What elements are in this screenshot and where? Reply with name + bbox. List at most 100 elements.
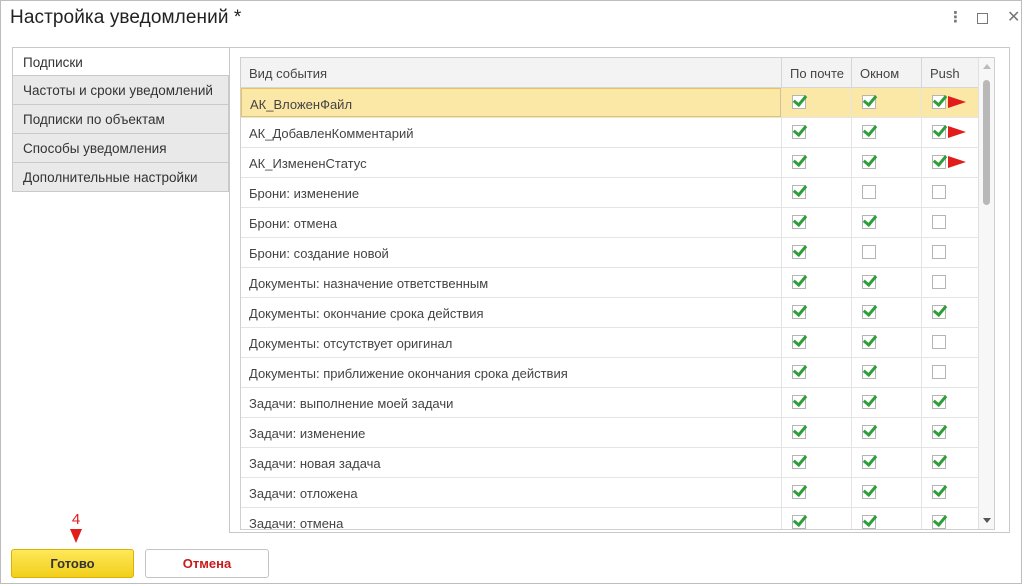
cancel-button[interactable]: Отмена <box>145 549 269 578</box>
push-checkbox[interactable] <box>932 515 946 529</box>
push-checkbox[interactable] <box>932 155 946 169</box>
table-row[interactable]: Документы: отсутствует оригинал <box>241 328 978 358</box>
column-header-push[interactable]: Push <box>921 58 978 87</box>
window-checkbox[interactable] <box>862 95 876 109</box>
window-checkbox[interactable] <box>862 425 876 439</box>
push-checkbox[interactable] <box>932 305 946 319</box>
window-checkbox[interactable] <box>862 155 876 169</box>
table-row[interactable]: 3АК_ИзмененСтатус <box>241 148 978 178</box>
subscriptions-table: Вид события По почте Окном Push 1АК_Влож… <box>240 57 995 530</box>
window-checkbox[interactable] <box>862 185 876 199</box>
mail-checkbox-cell <box>781 178 851 207</box>
more-vertical-icon[interactable]: ⋮ <box>948 7 963 29</box>
window-checkbox[interactable] <box>862 365 876 379</box>
push-checkbox-cell <box>921 268 978 297</box>
done-button[interactable]: Готово <box>11 549 134 578</box>
window-checkbox[interactable] <box>862 395 876 409</box>
table-row[interactable]: 2АК_ДобавленКомментарий <box>241 118 978 148</box>
column-header-mail[interactable]: По почте <box>781 58 851 87</box>
mail-checkbox[interactable] <box>792 215 806 229</box>
mail-checkbox-cell <box>781 328 851 357</box>
mail-checkbox[interactable] <box>792 335 806 349</box>
table-row[interactable]: Задачи: новая задача <box>241 448 978 478</box>
table-row[interactable]: Документы: окончание срока действия <box>241 298 978 328</box>
mail-checkbox[interactable] <box>792 395 806 409</box>
scroll-thumb[interactable] <box>983 80 990 205</box>
mail-checkbox[interactable] <box>792 245 806 259</box>
tab-notification-methods[interactable]: Способы уведомления <box>12 134 229 163</box>
push-checkbox-cell <box>921 388 978 417</box>
push-checkbox[interactable] <box>932 275 946 289</box>
mail-checkbox-cell <box>781 298 851 327</box>
push-checkbox-cell <box>921 508 978 529</box>
push-checkbox[interactable] <box>932 95 946 109</box>
column-header-window[interactable]: Окном <box>851 58 921 87</box>
mail-checkbox[interactable] <box>792 455 806 469</box>
window-checkbox[interactable] <box>862 125 876 139</box>
mail-checkbox[interactable] <box>792 275 806 289</box>
push-checkbox[interactable] <box>932 125 946 139</box>
window-checkbox-cell <box>851 148 921 177</box>
mail-checkbox[interactable] <box>792 485 806 499</box>
window-checkbox[interactable] <box>862 455 876 469</box>
push-checkbox[interactable] <box>932 335 946 349</box>
window-checkbox[interactable] <box>862 485 876 499</box>
push-checkbox-cell <box>921 358 978 387</box>
window-checkbox[interactable] <box>862 275 876 289</box>
table-row[interactable]: Задачи: выполнение моей задачи <box>241 388 978 418</box>
maximize-icon[interactable] <box>977 13 988 24</box>
table-row[interactable]: Брони: отмена <box>241 208 978 238</box>
push-checkbox[interactable] <box>932 485 946 499</box>
vertical-scrollbar[interactable] <box>978 58 994 529</box>
table-row[interactable]: Брони: создание новой <box>241 238 978 268</box>
scroll-down-icon[interactable] <box>983 518 991 523</box>
event-name: Брони: отмена <box>249 216 338 231</box>
push-checkbox[interactable] <box>932 395 946 409</box>
scroll-up-icon[interactable] <box>983 64 991 69</box>
push-checkbox[interactable] <box>932 185 946 199</box>
column-header-event[interactable]: Вид события <box>241 58 781 87</box>
event-name: Документы: отсутствует оригинал <box>249 336 453 351</box>
mail-checkbox-cell <box>781 238 851 267</box>
tab-object-subscriptions[interactable]: Подписки по объектам <box>12 105 229 134</box>
table-row[interactable]: Задачи: отложена <box>241 478 978 508</box>
table-row[interactable]: 1АК_ВложенФайл <box>241 88 978 118</box>
mail-checkbox[interactable] <box>792 125 806 139</box>
table-row[interactable]: Задачи: отмена <box>241 508 978 529</box>
window-checkbox[interactable] <box>862 335 876 349</box>
push-checkbox-cell <box>921 238 978 267</box>
window-checkbox[interactable] <box>862 215 876 229</box>
event-name: Задачи: выполнение моей задачи <box>249 396 454 411</box>
window-checkbox-cell <box>851 88 921 117</box>
mail-checkbox-cell <box>781 448 851 477</box>
window-checkbox[interactable] <box>862 515 876 529</box>
table-row[interactable]: Документы: назначение ответственным <box>241 268 978 298</box>
window-checkbox[interactable] <box>862 305 876 319</box>
close-icon[interactable]: ✕ <box>1007 7 1020 29</box>
mail-checkbox[interactable] <box>792 95 806 109</box>
push-checkbox[interactable] <box>932 215 946 229</box>
mail-checkbox[interactable] <box>792 425 806 439</box>
mail-checkbox[interactable] <box>792 515 806 529</box>
table-row[interactable]: Задачи: изменение <box>241 418 978 448</box>
push-checkbox-cell <box>921 148 978 177</box>
table-row[interactable]: Документы: приближение окончания срока д… <box>241 358 978 388</box>
annotation-4: 4 <box>65 511 87 543</box>
push-checkbox[interactable] <box>932 425 946 439</box>
mail-checkbox-cell <box>781 478 851 507</box>
window-checkbox[interactable] <box>862 245 876 259</box>
mail-checkbox[interactable] <box>792 185 806 199</box>
push-checkbox[interactable] <box>932 455 946 469</box>
push-checkbox[interactable] <box>932 365 946 379</box>
window-checkbox-cell <box>851 358 921 387</box>
table-row[interactable]: Брони: изменение <box>241 178 978 208</box>
mail-checkbox[interactable] <box>792 305 806 319</box>
push-checkbox[interactable] <box>932 245 946 259</box>
tab-subscriptions[interactable]: Подписки <box>12 47 241 76</box>
tab-frequencies[interactable]: Частоты и сроки уведомлений <box>12 76 229 105</box>
tab-additional-settings[interactable]: Дополнительные настройки <box>12 163 229 192</box>
push-checkbox-cell <box>921 448 978 477</box>
mail-checkbox[interactable] <box>792 365 806 379</box>
mail-checkbox[interactable] <box>792 155 806 169</box>
window-checkbox-cell <box>851 268 921 297</box>
